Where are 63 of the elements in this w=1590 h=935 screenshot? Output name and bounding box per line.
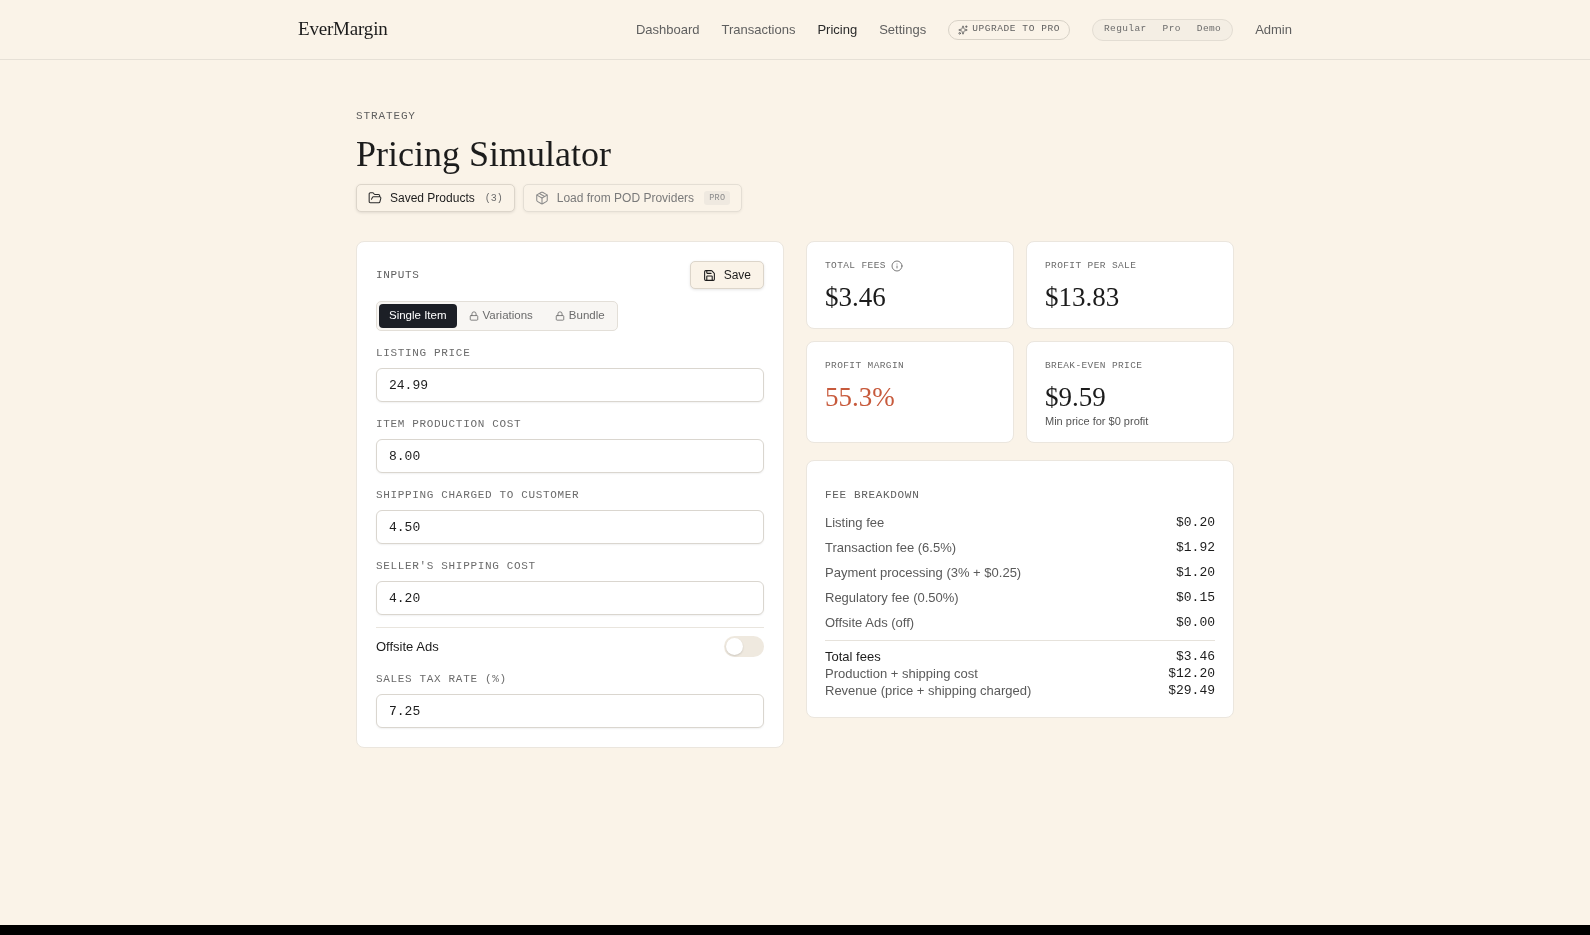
stat-label: BREAK-EVEN PRICE: [1045, 360, 1143, 372]
input-field[interactable]: 8.00: [376, 439, 764, 473]
user-link[interactable]: Admin: [1255, 19, 1292, 40]
save-button[interactable]: Save: [689, 261, 764, 289]
stat-label: PROFIT MARGIN: [825, 360, 905, 372]
sparkle-icon: [958, 24, 969, 35]
total-label: Production + shipping cost: [825, 664, 978, 683]
tab[interactable]: Single Item: [379, 304, 457, 328]
fee-value: $0.20: [1176, 513, 1215, 532]
action-button[interactable]: Saved Products (3): [356, 184, 515, 212]
nav-link[interactable]: Transactions: [721, 19, 796, 40]
toggle-switch[interactable]: [724, 636, 764, 657]
stat-value: $13.83: [1045, 281, 1120, 314]
input-field[interactable]: 7.25: [376, 694, 764, 728]
lock-icon: [468, 311, 479, 321]
field-label: SHIPPING CHARGED TO CUSTOMER: [376, 488, 581, 502]
toggle-label: Offsite Ads: [376, 637, 439, 656]
total-label: Revenue (price + shipping charged): [825, 681, 1032, 700]
nav-link[interactable]: Settings: [879, 19, 927, 40]
lock-icon: [554, 311, 565, 321]
stat-note: Min price for $0 profit: [1045, 414, 1149, 428]
pro-badge: PRO: [704, 190, 731, 206]
fee-label: Transaction fee (6.5%): [825, 538, 957, 557]
fee-value: $1.20: [1176, 563, 1215, 582]
field-label: LISTING PRICE: [376, 346, 472, 360]
total-value: $3.46: [1176, 647, 1215, 666]
fee-label: Regulatory fee (0.50%): [825, 588, 959, 607]
page-title: Pricing Simulator: [356, 133, 611, 175]
nav-link[interactable]: Pricing: [817, 19, 858, 40]
total-value: $29.49: [1168, 681, 1215, 700]
total-value: $12.20: [1168, 664, 1215, 683]
box-icon: [534, 191, 549, 205]
mode-option[interactable]: Regular: [1096, 21, 1155, 38]
mode-option[interactable]: Demo: [1188, 21, 1230, 38]
fee-value: $1.92: [1176, 538, 1215, 557]
eyebrow-text: STRATEGY: [356, 109, 416, 123]
save-icon: [702, 268, 716, 282]
folder-icon: [368, 191, 382, 205]
field-label: ITEM PRODUCTION COST: [376, 417, 523, 431]
info-icon[interactable]: [890, 260, 903, 272]
input-field[interactable]: 24.99: [376, 368, 764, 402]
fee-value: $0.00: [1176, 613, 1215, 632]
stat-label: TOTAL FEES: [825, 260, 886, 272]
field-label: SELLER'S SHIPPING COST: [376, 559, 537, 573]
mode-option[interactable]: Pro: [1154, 21, 1189, 38]
tab[interactable]: Variations: [458, 304, 543, 328]
logo[interactable]: EverMargin: [298, 15, 388, 44]
fee-label: Payment processing (3% + $0.25): [825, 563, 1022, 582]
total-label: Total fees: [825, 647, 881, 666]
fee-label: Listing fee: [825, 513, 885, 532]
fee-value: $0.15: [1176, 588, 1215, 607]
input-field[interactable]: 4.20: [376, 581, 764, 615]
section-title: FEE BREAKDOWN: [825, 488, 920, 502]
nav-link[interactable]: Dashboard: [635, 19, 700, 40]
stat-value: $3.46: [825, 281, 886, 314]
stat-label: PROFIT PER SALE: [1045, 260, 1137, 272]
stat-value: $9.59: [1045, 381, 1106, 414]
input-field[interactable]: 4.50: [376, 510, 764, 544]
stat-value: 55.3%: [825, 381, 895, 414]
field-label: SALES TAX RATE (%): [376, 672, 508, 686]
tab[interactable]: Bundle: [544, 304, 615, 328]
section-title: INPUTS: [376, 267, 420, 283]
fee-label: Offsite Ads (off): [825, 613, 915, 632]
